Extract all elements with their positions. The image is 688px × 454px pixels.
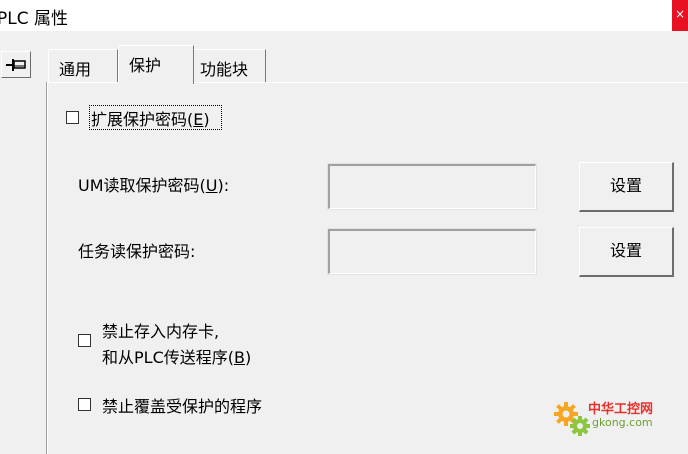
prohibit-memcard-text: 和从PLC传送程序( [102, 348, 234, 367]
um-pwd-set-button[interactable]: 设置 [579, 162, 674, 212]
pin-button[interactable] [1, 51, 31, 78]
um-pwd-input[interactable] [327, 163, 537, 210]
panel-left-highlight [47, 82, 48, 454]
title-bar: PLC 属性 × [0, 0, 688, 31]
prohibit-memcard-accel: B [233, 348, 245, 367]
window-title: PLC 属性 [0, 9, 68, 29]
um-pwd-suffix: ): [217, 176, 230, 195]
extend-pwd-suffix: ) [203, 110, 210, 129]
um-pwd-accel: U [205, 176, 218, 195]
extend-pwd-text: 扩展保护密码( [91, 110, 194, 129]
close-button[interactable]: × [672, 0, 688, 31]
tab-general[interactable]: 通用 [48, 49, 118, 82]
pin-icon [6, 59, 26, 71]
um-pwd-text: UM读取保护密码( [78, 176, 206, 195]
task-pwd-input[interactable] [327, 228, 537, 275]
prohibit-memcard-line2[interactable]: 和从PLC传送程序(B) [102, 344, 251, 368]
extend-pwd-checkbox[interactable] [66, 111, 79, 124]
prohibit-memcard-checkbox[interactable] [78, 334, 91, 347]
watermark-url: gkong.com [592, 416, 653, 429]
watermark-text: 中华工控网 [588, 402, 654, 417]
extend-pwd-accel: E [193, 110, 204, 129]
prohibit-overwrite-checkbox[interactable] [78, 398, 91, 411]
prohibit-overwrite-label[interactable]: 禁止覆盖受保护的程序 [102, 393, 262, 417]
task-pwd-label: 任务读保护密码: [78, 242, 196, 261]
tab-protect[interactable]: 保护 [118, 45, 194, 84]
gear-icon [554, 402, 590, 436]
task-pwd-set-button[interactable]: 设置 [579, 227, 674, 277]
watermark: 中华工控网 gkong.com [552, 396, 682, 442]
prohibit-memcard-suffix: ) [244, 348, 252, 367]
um-pwd-label: UM读取保护密码(U): [78, 172, 229, 196]
prohibit-memcard-line1[interactable]: 禁止存入内存卡, [102, 318, 219, 342]
tab-function-block[interactable]: 功能块 [194, 49, 266, 82]
extend-pwd-label[interactable]: 扩展保护密码(E) [91, 106, 210, 130]
